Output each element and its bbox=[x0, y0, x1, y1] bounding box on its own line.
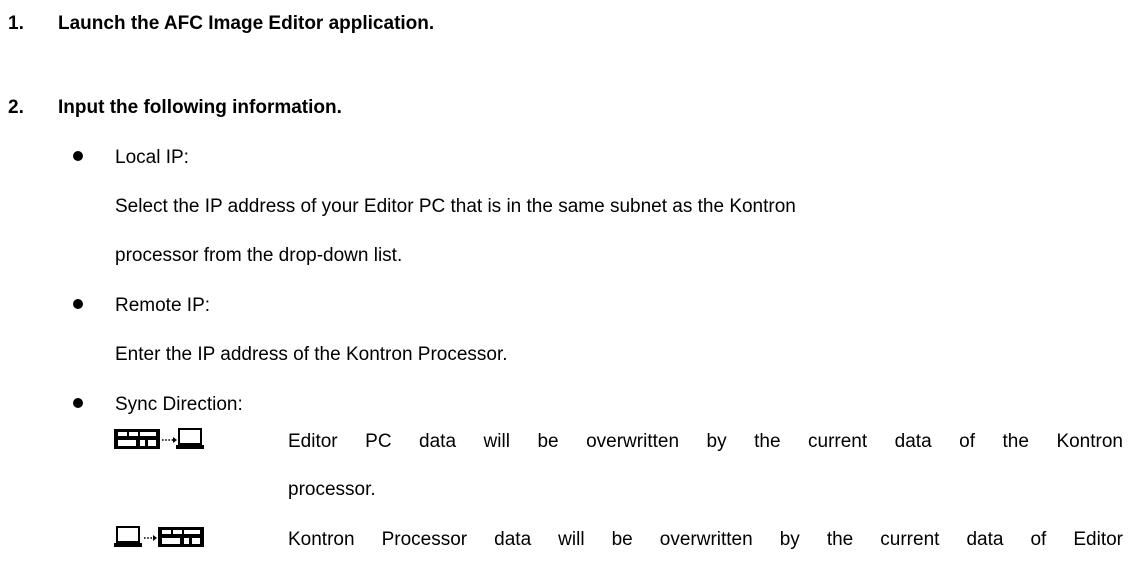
sync-option1-line1: Editor PC data will be overwritten by th… bbox=[288, 431, 1123, 452]
pc-to-processor-icon bbox=[114, 526, 204, 547]
step-1: 1. Launch the AFC Image Editor applicatio… bbox=[8, 12, 434, 36]
local-ip-desc-line1: Select the IP address of your Editor PC … bbox=[115, 196, 796, 217]
sync-option2-line1: Kontron Processor data will be overwritt… bbox=[288, 529, 1123, 550]
step-text: Launch the AFC Image Editor application. bbox=[58, 13, 435, 34]
step-number: 1. bbox=[8, 13, 24, 34]
step-2: 2. Input the following information. bbox=[8, 96, 342, 120]
bullet-local-ip: Local IP: bbox=[73, 146, 189, 170]
remote-ip-desc: Enter the IP address of the Kontron Proc… bbox=[115, 344, 508, 365]
processor-to-pc-icon bbox=[114, 428, 204, 449]
bullet-icon bbox=[73, 150, 83, 161]
step-text: Input the following information. bbox=[58, 97, 342, 118]
sync-direction-label: Sync Direction: bbox=[115, 394, 243, 415]
step-number: 2. bbox=[8, 97, 24, 118]
bullet-sync-direction: Sync Direction: bbox=[73, 393, 243, 417]
bullet-icon bbox=[73, 397, 83, 408]
bullet-icon bbox=[73, 298, 83, 309]
local-ip-desc-line2: processor from the drop-down list. bbox=[115, 245, 403, 266]
bullet-remote-ip: Remote IP: bbox=[73, 294, 210, 318]
sync-option1-line2: processor. bbox=[288, 479, 376, 500]
local-ip-label: Local IP: bbox=[115, 147, 189, 168]
remote-ip-label: Remote IP: bbox=[115, 295, 211, 316]
